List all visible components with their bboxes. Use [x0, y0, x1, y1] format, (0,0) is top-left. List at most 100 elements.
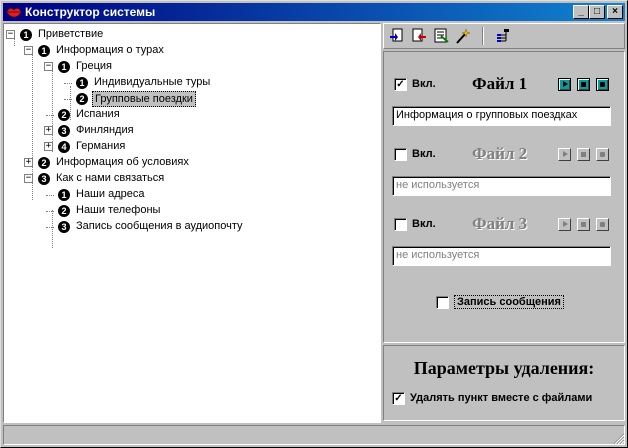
files-panel: ✓ Вкл. Файл 1 Информация о групповых пое…: [383, 51, 625, 343]
tree-node[interactable]: −3 Как с нами связаться: [4, 171, 374, 187]
file2-enable-checkbox[interactable]: [394, 148, 407, 161]
app-window: Конструктор системы _ □ × −1 Приветствие −…: [0, 0, 628, 448]
tree-node[interactable]: −1 Информация о турах: [4, 43, 374, 59]
file2-title: Файл 2: [472, 144, 528, 163]
tree-view[interactable]: −1 Приветствие −1 Информация о турах −1 Греци…: [3, 23, 381, 423]
file2-name-field[interactable]: не используется: [392, 176, 611, 196]
delete-params-title: Параметры удаления:: [413, 358, 595, 378]
tree-node[interactable]: 1 Индивидуальные туры: [4, 75, 374, 91]
delete-item-icon[interactable]: [410, 27, 428, 45]
delete-with-files-label: Удалять пункт вместе с файлами: [410, 392, 593, 404]
number-badge-icon: 2: [38, 157, 50, 169]
file3-play-button[interactable]: [558, 218, 571, 231]
file1-title: Файл 1: [472, 74, 528, 93]
tree-node[interactable]: −1 Греция: [4, 59, 374, 75]
tree-node-label[interactable]: Как с нами связаться: [54, 171, 166, 185]
tree-node-label[interactable]: Испания: [74, 107, 122, 121]
file1-stop-button[interactable]: [577, 78, 590, 91]
tree-node[interactable]: 3 Запись сообщения в аудиопочту: [4, 219, 374, 235]
properties-panel: ✓ Вкл. Файл 1 Информация о групповых пое…: [383, 23, 625, 421]
tree-node-label[interactable]: Финляндия: [74, 123, 136, 137]
collapse-icon[interactable]: −: [24, 174, 33, 183]
number-badge-icon: 3: [58, 221, 70, 233]
file1-enable-checkbox[interactable]: ✓: [394, 78, 407, 91]
file2-play-button[interactable]: [558, 148, 571, 161]
stop-icon: [581, 152, 586, 157]
file1-record-button[interactable]: [596, 78, 609, 91]
number-badge-icon: 2: [58, 109, 70, 121]
record-icon: [600, 152, 605, 157]
minimize-button[interactable]: _: [573, 5, 589, 19]
record-message-label[interactable]: Запись сообщения: [454, 295, 564, 309]
file3-stop-button[interactable]: [577, 218, 590, 231]
file3-record-button[interactable]: [596, 218, 609, 231]
file3-enable-label: Вкл.: [412, 218, 436, 230]
delete-with-files-checkbox[interactable]: ✓: [392, 392, 405, 405]
record-icon: [600, 222, 605, 227]
add-item-icon[interactable]: [388, 27, 406, 45]
properties-icon[interactable]: [432, 27, 450, 45]
tree-node-label[interactable]: Германия: [74, 139, 127, 153]
tree-node[interactable]: 2 Наши телефоны: [4, 203, 374, 219]
tree-line: [46, 211, 54, 212]
title-bar[interactable]: Конструктор системы _ □ ×: [3, 3, 625, 21]
expand-icon[interactable]: +: [44, 142, 53, 151]
resize-grip-icon[interactable]: [613, 433, 625, 445]
tree-node-label[interactable]: Запись сообщения в аудиопочту: [74, 219, 245, 233]
tree-node-label[interactable]: Наши адреса: [74, 187, 146, 201]
record-message-checkbox[interactable]: [436, 296, 449, 309]
tree-node-label[interactable]: Наши телефоны: [74, 203, 162, 217]
file2-stop-button[interactable]: [577, 148, 590, 161]
tree-structure-icon[interactable]: [494, 27, 512, 45]
status-bar: [3, 425, 625, 445]
status-text: [3, 425, 625, 445]
number-badge-icon: 3: [58, 125, 70, 137]
tree-node-label[interactable]: Приветствие: [36, 27, 105, 41]
number-badge-icon: 2: [76, 93, 88, 105]
number-badge-icon: 2: [58, 205, 70, 217]
tree-node-label[interactable]: Информация о турах: [54, 43, 166, 57]
number-badge-icon: 1: [58, 189, 70, 201]
expand-icon[interactable]: +: [44, 126, 53, 135]
tree-node[interactable]: 2 Групповые поездки: [4, 91, 374, 107]
number-badge-icon: 1: [38, 45, 50, 57]
file1-name-field[interactable]: Информация о групповых поездках: [392, 106, 611, 126]
file3-enable-checkbox[interactable]: [394, 218, 407, 231]
window-title: Конструктор системы: [25, 5, 156, 19]
toolbar-separator: [482, 27, 484, 45]
tree-node-label[interactable]: Информация об условиях: [54, 155, 191, 169]
maximize-button[interactable]: □: [589, 5, 605, 19]
tree-line: [46, 115, 54, 116]
tree-node-label[interactable]: Индивидуальные туры: [92, 75, 212, 89]
tree-node[interactable]: +2 Информация об условиях: [4, 155, 374, 171]
collapse-icon[interactable]: −: [6, 30, 15, 39]
tree-node-label[interactable]: Греция: [74, 59, 114, 73]
wizard-icon[interactable]: [454, 27, 472, 45]
file1-enable-label: Вкл.: [412, 78, 436, 90]
collapse-icon[interactable]: −: [24, 46, 33, 55]
close-button[interactable]: ×: [607, 5, 623, 19]
stop-icon: [581, 82, 586, 87]
tree-line: [46, 195, 54, 196]
file3-name-field[interactable]: не используется: [392, 246, 611, 266]
stop-icon: [581, 222, 586, 227]
tree-node[interactable]: 1 Наши адреса: [4, 187, 374, 203]
play-icon: [563, 151, 568, 157]
file3-title: Файл 3: [472, 214, 528, 233]
tree-node[interactable]: +3 Финляндия: [4, 123, 374, 139]
tree-node[interactable]: −1 Приветствие: [4, 27, 374, 43]
file1-play-button[interactable]: [558, 78, 571, 91]
tree-node-label-selected[interactable]: Групповые поездки: [92, 91, 196, 107]
tree-line: [64, 99, 72, 100]
expand-icon[interactable]: +: [24, 158, 33, 167]
toolbar: [383, 23, 625, 49]
file2-enable-label: Вкл.: [412, 148, 436, 160]
number-badge-icon: 3: [38, 173, 50, 185]
file2-record-button[interactable]: [596, 148, 609, 161]
collapse-icon[interactable]: −: [44, 62, 53, 71]
tree-node[interactable]: +4 Германия: [4, 139, 374, 155]
number-badge-icon: 1: [58, 61, 70, 73]
tree-line: [46, 227, 54, 228]
tree-node[interactable]: 2 Испания: [4, 107, 374, 123]
app-lips-icon: [6, 8, 22, 18]
